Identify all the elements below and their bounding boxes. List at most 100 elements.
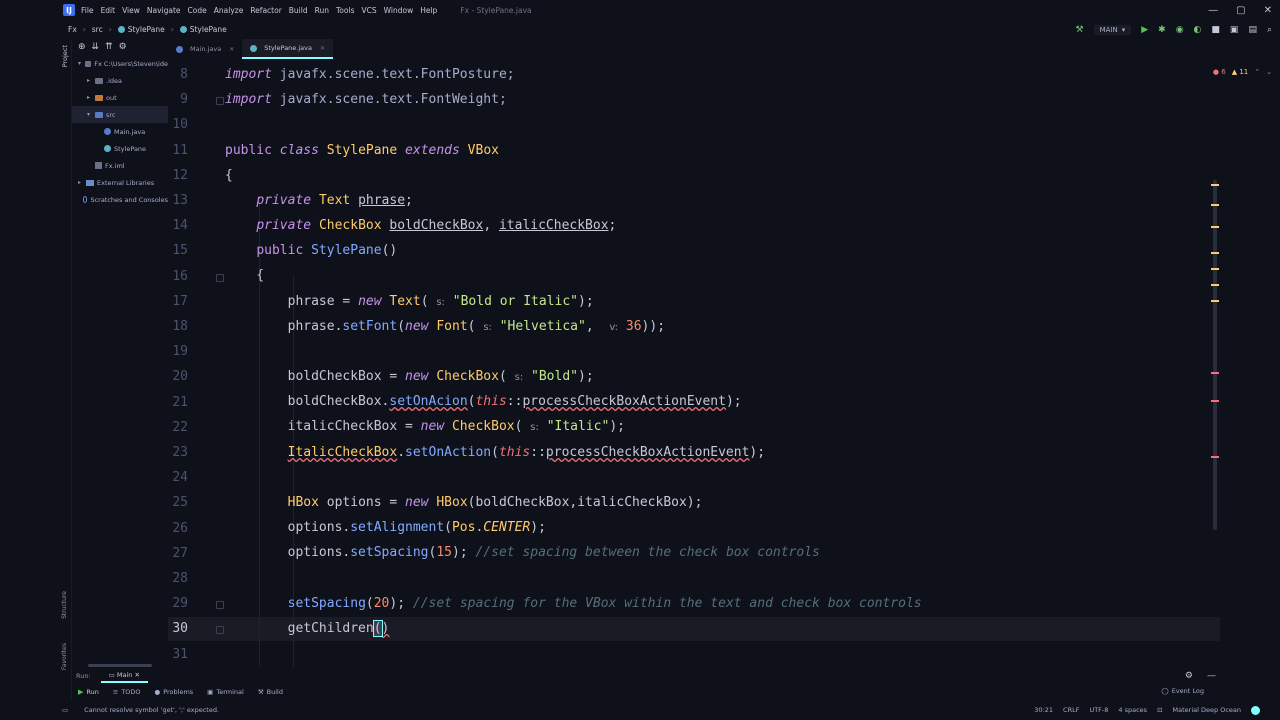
line-number[interactable]: 18 — [168, 319, 188, 334]
stop-icon[interactable]: ■ — [1211, 25, 1220, 35]
breadcrumb-project[interactable]: Fx — [68, 25, 77, 34]
tree-item[interactable]: StylePane — [72, 140, 168, 157]
warning-marker[interactable] — [1211, 252, 1219, 254]
settings-icon[interactable]: ▤ — [1248, 25, 1257, 35]
lock-icon[interactable]: ⊡ — [1157, 706, 1162, 714]
line-number[interactable]: 9 — [168, 92, 188, 107]
line-number[interactable]: 24 — [168, 470, 188, 485]
line-number[interactable]: 17 — [168, 294, 188, 309]
line-separator[interactable]: CRLF — [1063, 706, 1079, 714]
warning-marker[interactable] — [1211, 268, 1219, 270]
fold-marker-icon[interactable] — [216, 601, 224, 610]
indent-setting[interactable]: 4 spaces — [1118, 706, 1147, 714]
menu-navigate[interactable]: Navigate — [147, 6, 181, 15]
line-number[interactable]: 22 — [168, 420, 188, 435]
minimize-button[interactable]: — — [1208, 5, 1218, 16]
menu-window[interactable]: Window — [384, 6, 414, 15]
warning-marker[interactable] — [1211, 204, 1219, 206]
line-number[interactable]: 30 — [168, 621, 188, 636]
menu-code[interactable]: Code — [188, 6, 207, 15]
line-number[interactable]: 16 — [168, 269, 188, 284]
chevron-icon[interactable]: ▸ — [87, 77, 95, 84]
tree-item[interactable]: ▸ External Libraries — [72, 174, 168, 191]
restore-button[interactable]: ▢ — [1236, 5, 1245, 16]
menu-tools[interactable]: Tools — [336, 6, 354, 15]
line-number[interactable]: 19 — [168, 344, 188, 359]
line-number[interactable]: 13 — [168, 193, 188, 208]
breadcrumb-class[interactable]: StylePane — [190, 25, 227, 34]
line-number[interactable]: 25 — [168, 495, 188, 510]
tool-build[interactable]: ⚒ Build — [258, 688, 283, 696]
fold-marker-icon[interactable] — [216, 273, 224, 282]
line-number[interactable]: 31 — [168, 647, 188, 662]
tree-item[interactable]: ▸ out — [72, 89, 168, 106]
menu-edit[interactable]: Edit — [101, 6, 116, 15]
menu-build[interactable]: Build — [289, 6, 308, 15]
tool-problems[interactable]: ● Problems — [155, 688, 194, 696]
chevron-up-icon[interactable]: ⌃ — [1254, 68, 1260, 76]
warning-marker[interactable] — [1211, 184, 1219, 186]
line-number[interactable]: 12 — [168, 168, 188, 183]
line-number[interactable]: 28 — [168, 571, 188, 586]
event-log-button[interactable]: ◯ Event Log — [1161, 687, 1204, 695]
tree-item[interactable]: ▸ .idea — [72, 72, 168, 89]
tool-terminal[interactable]: ▣ Terminal — [207, 688, 244, 696]
tool-todo[interactable]: ≡ TODO — [113, 688, 141, 696]
close-icon[interactable]: ✕ — [320, 45, 325, 52]
error-marker[interactable] — [1211, 400, 1219, 402]
close-window-button[interactable]: ✕ — [1264, 5, 1272, 16]
warning-marker[interactable] — [1211, 300, 1219, 302]
tool-run[interactable]: ▶ Run — [78, 688, 99, 696]
fold-marker-icon[interactable] — [216, 97, 224, 106]
tab-main-java[interactable]: Main.java ✕ — [168, 39, 242, 59]
menu-file[interactable]: File — [81, 6, 94, 15]
line-number[interactable]: 29 — [168, 596, 188, 611]
error-marker[interactable] — [1211, 456, 1219, 458]
run-config-selector[interactable]: MAIN ▾ — [1093, 24, 1132, 35]
line-number[interactable]: 8 — [168, 67, 188, 82]
chevron-icon[interactable]: ▾ — [87, 111, 95, 118]
line-number[interactable]: 27 — [168, 546, 188, 561]
add-icon[interactable]: ⊕ — [78, 42, 86, 52]
chevron-icon[interactable]: ▾ — [78, 60, 85, 67]
line-number[interactable]: 10 — [168, 117, 188, 132]
menu-help[interactable]: Help — [420, 6, 437, 15]
minimize-icon[interactable]: — — [1207, 671, 1216, 681]
line-number[interactable]: 20 — [168, 369, 188, 384]
file-encoding[interactable]: UTF-8 — [1089, 706, 1108, 714]
breadcrumb-file[interactable]: StylePane — [128, 25, 165, 34]
collapse-all-icon[interactable]: ⇊ — [92, 42, 100, 52]
warning-marker[interactable] — [1211, 226, 1219, 228]
fold-marker-icon[interactable] — [216, 626, 224, 635]
coverage-icon[interactable]: ◉ — [1176, 25, 1184, 35]
line-number[interactable]: 26 — [168, 521, 188, 536]
line-number[interactable]: 23 — [168, 445, 188, 460]
build-hammer-icon[interactable]: ⚒ — [1075, 25, 1083, 35]
expand-all-icon[interactable]: ⇈ — [105, 42, 113, 52]
debug-bug-icon[interactable]: ✱ — [1158, 25, 1166, 35]
theme-name[interactable]: Material Deep Ocean — [1173, 706, 1241, 714]
status-toggle-icon[interactable]: ▭ — [62, 706, 68, 714]
tree-item[interactable]: ▾ src — [72, 106, 168, 123]
search-icon[interactable]: ⌕ — [1267, 25, 1272, 35]
code-editor[interactable]: import javafx.scene.text.FontPosture; im… — [225, 62, 1215, 667]
project-structure-icon[interactable]: ▣ — [1230, 25, 1239, 35]
line-number[interactable]: 15 — [168, 243, 188, 258]
theme-indicator-icon[interactable] — [1251, 705, 1260, 715]
chevron-icon[interactable]: ▸ — [87, 94, 95, 101]
gear-icon[interactable]: ⚙ — [119, 42, 127, 52]
tree-item[interactable]: Scratches and Consoles — [72, 191, 168, 208]
breadcrumb-src[interactable]: src — [92, 25, 103, 34]
error-marker[interactable] — [1211, 372, 1219, 374]
tab-stylepane-java[interactable]: StylePane.java ✕ — [242, 39, 334, 59]
line-number[interactable]: 14 — [168, 218, 188, 233]
chevron-icon[interactable]: ▸ — [78, 179, 86, 186]
profile-icon[interactable]: ◐ — [1194, 25, 1202, 35]
menu-analyze[interactable]: Analyze — [214, 6, 244, 15]
editor-vertical-scrollbar[interactable] — [1213, 180, 1217, 530]
run-tab-main[interactable]: ▭ Main ✕ — [100, 669, 148, 683]
tree-item[interactable]: Main.java — [72, 123, 168, 140]
menu-view[interactable]: View — [122, 6, 140, 15]
tree-item[interactable]: Fx.iml — [72, 157, 168, 174]
run-play-icon[interactable]: ▶ — [1141, 25, 1148, 35]
